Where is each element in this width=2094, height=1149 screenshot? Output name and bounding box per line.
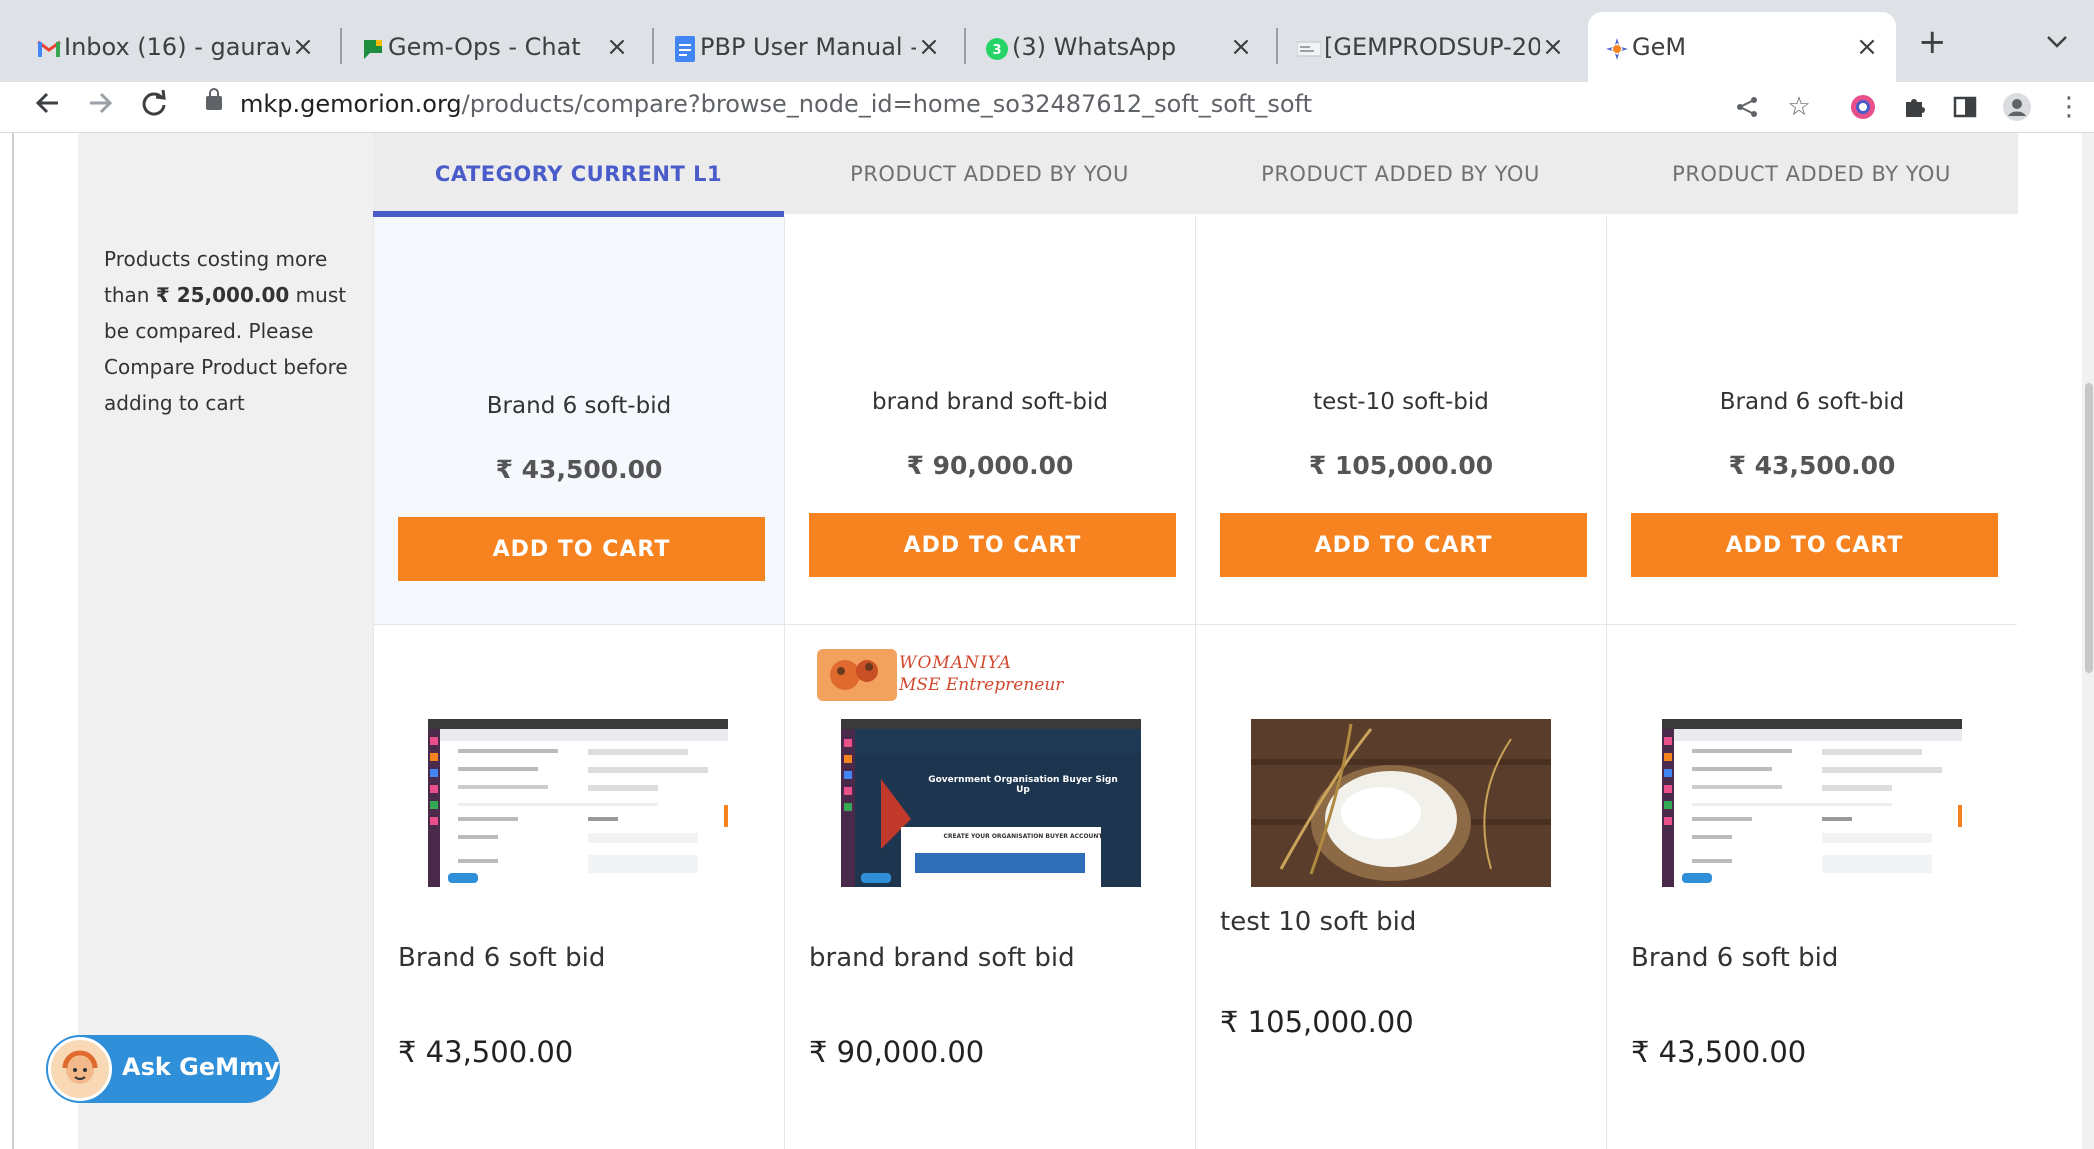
close-icon[interactable]: × [916, 32, 942, 62]
tab-label: GeM [1632, 33, 1687, 61]
close-icon[interactable]: × [1540, 32, 1566, 62]
tab-pbp-user-manual[interactable]: PBP User Manual - × [656, 12, 958, 82]
product-image[interactable] [841, 719, 1141, 887]
product-price: ₹ 105,000.00 [1308, 451, 1494, 480]
url-host: mkp.gemorion.org [240, 90, 462, 118]
tab-inbox[interactable]: Inbox (16) - gaurav × [20, 12, 332, 82]
new-tab-icon[interactable]: + [1918, 22, 1947, 62]
product-card: test 10 soft bid ₹ 105,000.00 [1196, 625, 1606, 1149]
tab-separator [652, 28, 654, 64]
jira-icon [1296, 36, 1322, 62]
column-header-added-1[interactable]: PRODUCT ADDED BY YOU [784, 133, 1195, 214]
docs-icon [672, 36, 698, 62]
product-image[interactable] [1662, 719, 1962, 887]
close-icon[interactable]: × [604, 32, 630, 62]
compare-notice-panel: Products costing more than ₹ 25,000.00 m… [78, 133, 373, 1149]
url-path: /products/compare?browse_node_id=home_so… [461, 90, 1312, 118]
reload-icon[interactable] [134, 86, 174, 126]
ask-gemmy-label: Ask GeMmy [122, 1053, 280, 1081]
product-title[interactable]: test 10 soft bid [1220, 907, 1416, 937]
close-icon[interactable]: × [1228, 32, 1254, 62]
lock-icon[interactable] [206, 88, 222, 110]
whatsapp-icon: 3 [984, 36, 1010, 62]
tab-gem[interactable]: GeM × [1588, 12, 1896, 82]
product-card: Brand 6 soft bid ₹ 43,500.00 [1607, 625, 2017, 1149]
product-price: ₹ 43,500.00 [495, 455, 663, 484]
tab-label: Gem-Ops - Chat [388, 33, 581, 61]
compare-header: CATEGORY CURRENT L1 PRODUCT ADDED BY YOU… [373, 133, 2018, 214]
forward-icon[interactable] [80, 86, 120, 126]
column-header-category[interactable]: CATEGORY CURRENT L1 [373, 133, 784, 214]
compare-column-4: Brand 6 soft-bid ₹ 43,500.00 ADD TO CART [1606, 217, 2017, 1149]
tab-separator [340, 28, 342, 64]
product-card-price: ₹ 43,500.00 [1631, 1035, 1807, 1069]
product-price: ₹ 90,000.00 [906, 451, 1074, 480]
product-image[interactable] [428, 719, 728, 887]
browser-toolbar: mkp.gemorion.org/products/compare?browse… [0, 82, 2094, 133]
thumbnail-banner-text: Government Organisation Buyer Sign Up [928, 775, 1118, 795]
profile-avatar-icon[interactable] [2000, 90, 2034, 124]
page-left-border [12, 133, 14, 1149]
extension-color-icon[interactable] [1846, 90, 1880, 124]
product-card-price: ₹ 105,000.00 [1220, 1005, 1414, 1039]
womaniya-logo [817, 649, 897, 701]
product-card: Brand 6 soft bid ₹ 43,500.00 [374, 625, 784, 1149]
close-icon[interactable]: × [290, 32, 316, 62]
tab-gem-ops-chat[interactable]: Gem-Ops - Chat × [344, 12, 646, 82]
ask-gemmy-button[interactable]: Ask GeMmy [46, 1035, 280, 1103]
back-icon[interactable] [28, 86, 68, 126]
bookmark-star-icon[interactable]: ☆ [1782, 90, 1816, 124]
tab-label: Inbox (16) - gaurav [64, 33, 290, 61]
gem-icon [1604, 36, 1630, 62]
tab-gemprodsup[interactable]: [GEMPRODSUP-20 × [1280, 12, 1582, 82]
address-bar[interactable]: mkp.gemorion.org/products/compare?browse… [240, 90, 1312, 118]
notice-amount: ₹ 25,000.00 [155, 283, 290, 307]
more-menu-icon[interactable]: ⋮ [2052, 90, 2086, 124]
product-card: WOMANIYA MSE Entrepreneur Government Org… [785, 625, 1195, 1149]
column-header-added-2[interactable]: PRODUCT ADDED BY YOU [1195, 133, 1606, 214]
chevron-down-icon[interactable] [2046, 26, 2068, 56]
compare-page: Products costing more than ₹ 25,000.00 m… [0, 133, 2094, 1149]
column-header-added-3[interactable]: PRODUCT ADDED BY YOU [1606, 133, 2017, 214]
puzzle-icon[interactable] [1898, 90, 1932, 124]
product-title[interactable]: brand brand soft bid [809, 943, 1075, 973]
product-title[interactable]: Brand 6 soft bid [398, 943, 605, 973]
product-title[interactable]: Brand 6 soft bid [1631, 943, 1838, 973]
tab-label: (3) WhatsApp [1012, 33, 1177, 61]
compare-column-3: test-10 soft-bid ₹ 105,000.00 ADD TO CAR… [1195, 217, 1606, 1149]
thumbnail-subbanner-text: CREATE YOUR ORGANISATION BUYER ACCOUNT [943, 833, 1103, 840]
add-to-cart-button[interactable]: ADD TO CART [398, 517, 765, 581]
compare-column-2: brand brand soft-bid ₹ 90,000.00 ADD TO … [784, 217, 1195, 1149]
tab-label: [GEMPRODSUP-20 [1324, 33, 1540, 61]
product-image-rice[interactable] [1251, 719, 1551, 887]
add-to-cart-button[interactable]: ADD TO CART [1220, 513, 1587, 577]
browser-tab-bar: Inbox (16) - gaurav × Gem-Ops - Chat × P… [0, 0, 2094, 82]
assistant-avatar-icon [48, 1037, 112, 1101]
tab-separator [964, 28, 966, 64]
tab-whatsapp[interactable]: 3 (3) WhatsApp × [968, 12, 1270, 82]
tab-separator [1276, 28, 1278, 64]
product-name: brand brand soft-bid [872, 389, 1108, 415]
womaniya-title: WOMANIYA [899, 653, 1012, 673]
gmail-icon [36, 36, 62, 62]
share-icon[interactable] [1730, 90, 1764, 124]
compare-column-1: Brand 6 soft-bid ₹ 43,500.00 ADD TO CART [373, 217, 784, 1149]
product-name: Brand 6 soft-bid [486, 393, 672, 419]
close-icon[interactable]: × [1854, 32, 1880, 62]
add-to-cart-button[interactable]: ADD TO CART [1631, 513, 1998, 577]
chat-icon [360, 36, 386, 62]
scrollbar-thumb[interactable] [2085, 383, 2093, 673]
add-to-cart-button[interactable]: ADD TO CART [809, 513, 1176, 577]
svg-text:3: 3 [992, 43, 1001, 58]
tab-label: PBP User Manual - [700, 33, 916, 61]
product-name: Brand 6 soft-bid [1719, 389, 1905, 415]
side-panel-icon[interactable] [1948, 90, 1982, 124]
product-price: ₹ 43,500.00 [1728, 451, 1896, 480]
compare-notice: Products costing more than ₹ 25,000.00 m… [104, 241, 364, 421]
product-name: test-10 soft-bid [1313, 389, 1489, 415]
product-card-price: ₹ 43,500.00 [398, 1035, 574, 1069]
womaniya-subtitle: MSE Entrepreneur [899, 675, 1064, 695]
product-card-price: ₹ 90,000.00 [809, 1035, 985, 1069]
